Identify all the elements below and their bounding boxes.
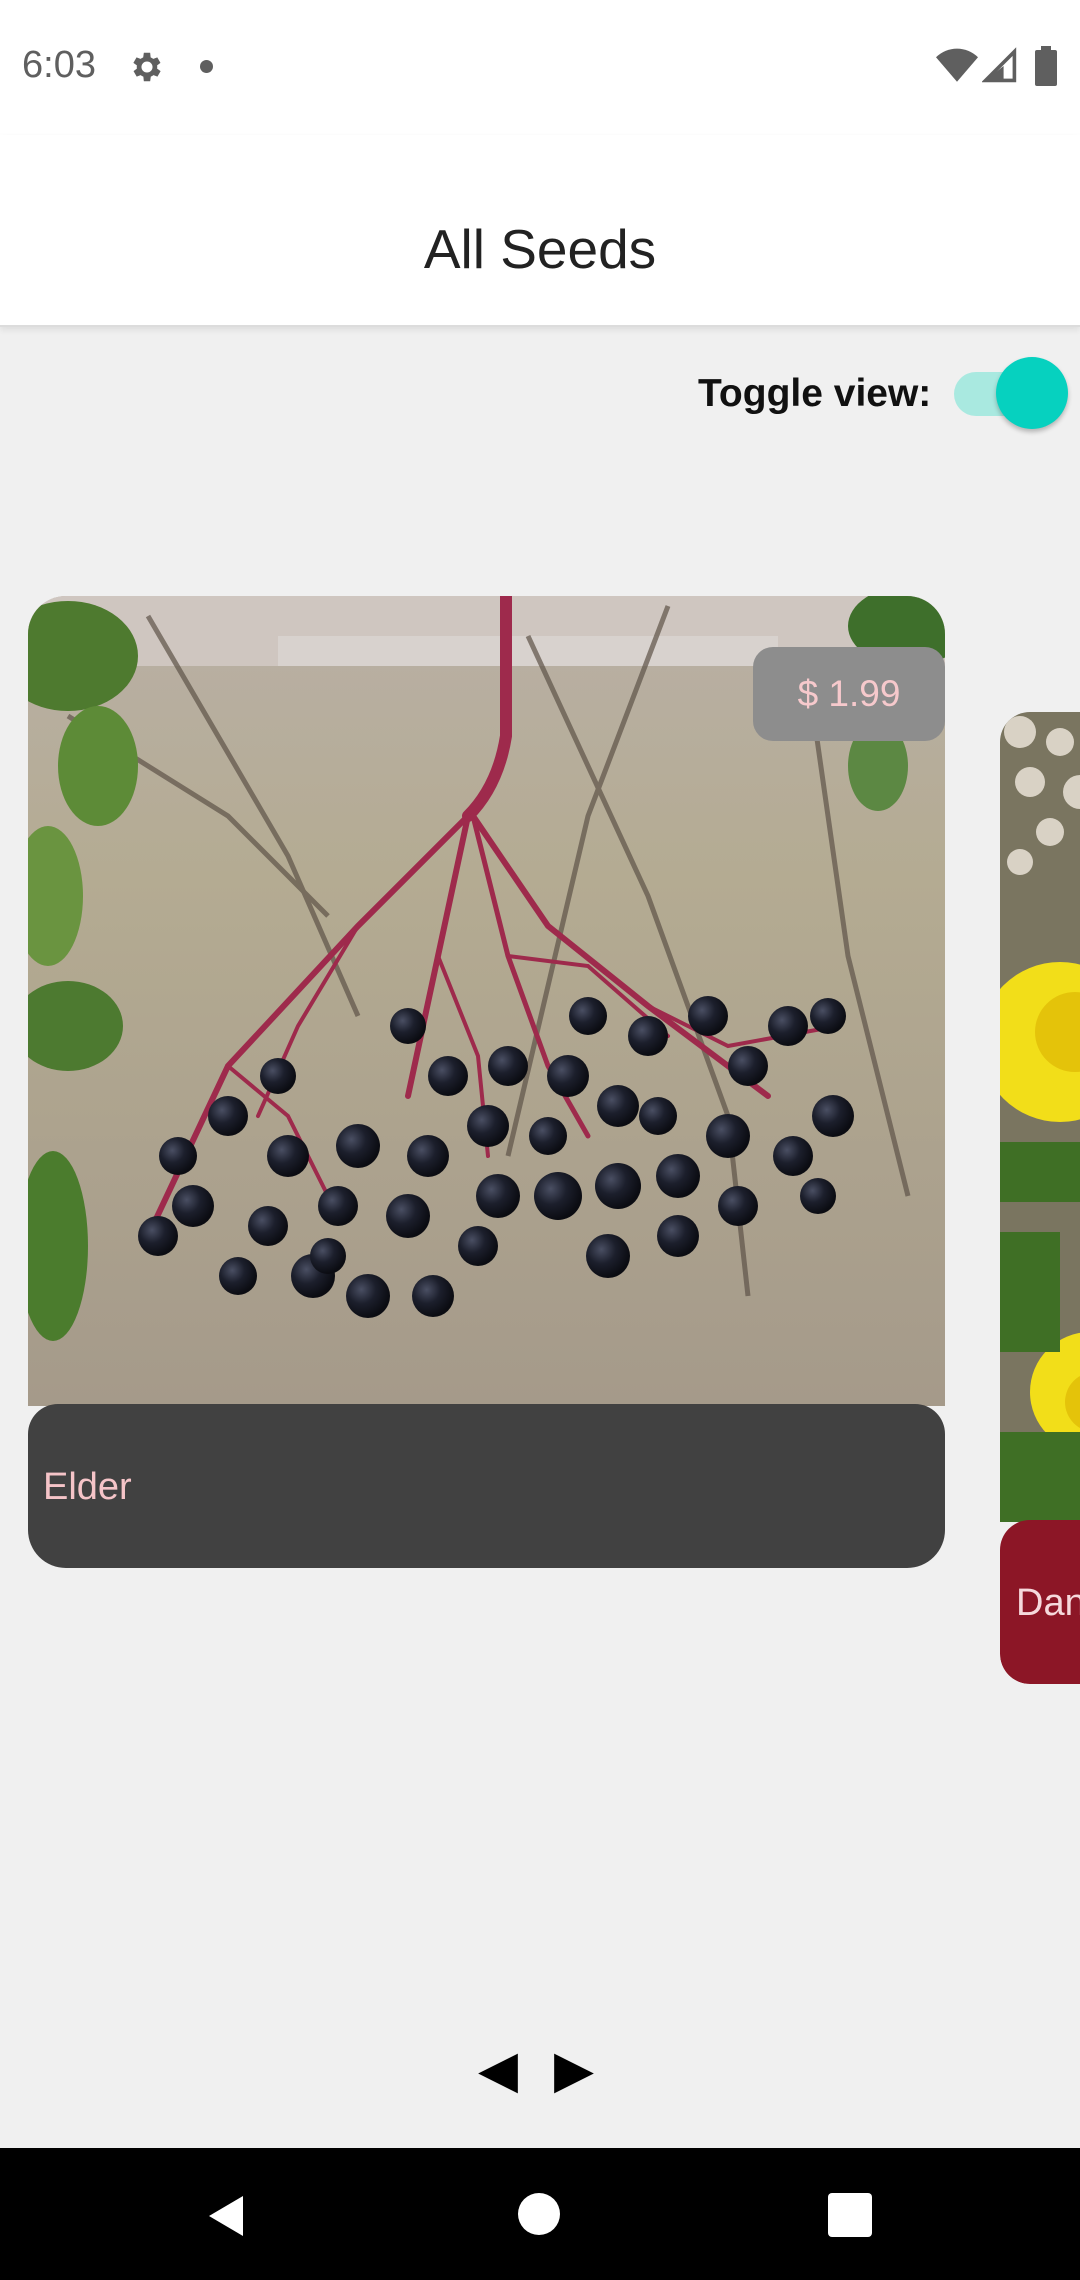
previous-arrow-icon[interactable]: ◀: [478, 2044, 528, 2096]
switch-thumb[interactable]: [996, 357, 1068, 429]
notification-dot-icon: [200, 60, 213, 73]
battery-icon: [1035, 46, 1057, 86]
app-bar: All Seeds: [0, 135, 1080, 327]
next-arrow-icon[interactable]: ▶: [554, 2044, 604, 2096]
wifi-icon: [936, 48, 978, 82]
system-nav-bar: [0, 2148, 1080, 2280]
gear-icon: [133, 52, 161, 82]
status-bar: 6:03: [0, 0, 1080, 135]
card-footer: Dan: [1000, 1520, 1080, 1684]
seed-photo: [1000, 712, 1080, 1522]
seed-name: Dan: [1016, 1582, 1080, 1624]
price-badge: $ 1.99: [753, 647, 945, 741]
cell-signal-icon: [982, 47, 1017, 83]
card-footer: Elder: [28, 1404, 945, 1568]
back-icon[interactable]: [203, 2192, 251, 2240]
toggle-view-label: Toggle view:: [698, 372, 932, 415]
home-icon[interactable]: [518, 2193, 560, 2235]
seed-name: Elder: [43, 1466, 132, 1508]
toggle-view-switch[interactable]: [950, 355, 1068, 429]
seed-card[interactable]: Dan: [1000, 712, 1080, 1684]
page-title: All Seeds: [423, 218, 657, 280]
seed-card[interactable]: $ 1.99 Elder: [28, 596, 945, 1568]
status-time: 6:03: [22, 44, 96, 86]
recents-icon[interactable]: [828, 2193, 872, 2237]
